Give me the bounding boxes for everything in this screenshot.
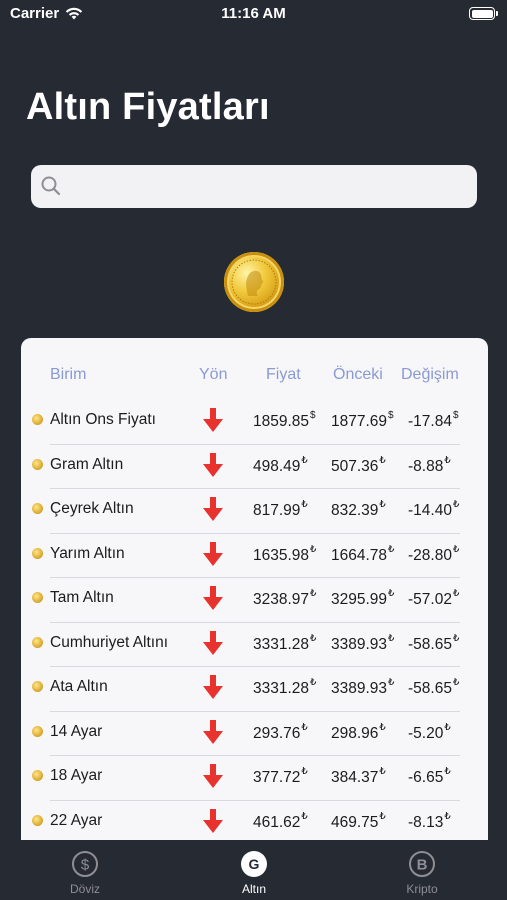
previous-value: 1664.78₺ xyxy=(331,543,395,564)
svg-text:$: $ xyxy=(81,857,90,874)
previous-value: 507.36₺ xyxy=(331,454,386,475)
dollar-circle-icon: $ xyxy=(72,851,98,877)
unit-name: 18 Ayar xyxy=(50,767,103,784)
unit-name: 14 Ayar xyxy=(50,722,103,740)
battery-icon xyxy=(469,7,498,20)
price-value: 498.49₺ xyxy=(253,454,308,475)
table-row[interactable]: Tam Altın 3238.97₺ 3295.99₺ -57.02₺ xyxy=(21,578,488,623)
gold-coin-bullet-icon xyxy=(32,592,43,603)
change-value: -8.88₺ xyxy=(408,454,451,475)
price-value: 293.76₺ xyxy=(253,721,308,742)
svg-text:B: B xyxy=(417,857,428,874)
previous-value: 3389.93₺ xyxy=(331,677,395,698)
unit-name: Tam Altın xyxy=(50,589,114,606)
change-value: -58.65₺ xyxy=(408,677,460,698)
gold-coin-bullet-icon xyxy=(32,681,43,692)
tab-doviz-label: Döviz xyxy=(69,882,100,896)
column-header-previous: Önceki xyxy=(333,366,383,383)
tab-altin-label: Altın xyxy=(241,882,266,896)
column-header-direction: Yön xyxy=(199,366,228,383)
table-row[interactable]: 14 Ayar 293.76₺ 298.96₺ -5.20₺ xyxy=(21,712,488,756)
price-value: 817.99₺ xyxy=(253,499,308,520)
tab-doviz[interactable]: $ Döviz xyxy=(45,850,125,896)
change-value: -8.13₺ xyxy=(408,810,451,831)
gold-coin-bullet-icon xyxy=(32,814,43,826)
price-value: 461.62₺ xyxy=(253,810,308,831)
unit-name: Çeyrek Altın xyxy=(50,500,134,517)
down-arrow-icon xyxy=(203,808,223,833)
previous-value: 1877.69$ xyxy=(331,410,394,431)
price-value: 1859.85$ xyxy=(253,410,316,431)
gold-coin-image xyxy=(224,252,284,312)
down-arrow-icon xyxy=(203,452,223,477)
tab-kripto-label: Kripto xyxy=(406,882,438,896)
g-circle-icon: G xyxy=(241,851,267,877)
unit-name: 22 Ayar xyxy=(50,811,103,829)
price-value: 3331.28₺ xyxy=(253,677,317,698)
table-row[interactable]: 22 Ayar 461.62₺ 469.75₺ -8.13₺ xyxy=(21,801,488,845)
previous-value: 832.39₺ xyxy=(331,499,386,520)
table-row[interactable]: Çeyrek Altın 817.99₺ 832.39₺ -14.40₺ xyxy=(21,489,488,534)
gold-coin-bullet-icon xyxy=(32,458,43,470)
price-value: 3331.28₺ xyxy=(253,632,317,653)
down-arrow-icon xyxy=(203,675,223,699)
down-arrow-icon xyxy=(203,408,223,432)
unit-name: Altın Ons Fiyatı xyxy=(50,411,156,428)
change-value: -57.02₺ xyxy=(408,588,460,609)
change-value: -28.80₺ xyxy=(408,543,460,564)
change-value: -5.20₺ xyxy=(408,721,451,742)
down-arrow-icon xyxy=(203,497,223,521)
unit-name: Yarım Altın xyxy=(50,544,125,562)
table-row[interactable]: Cumhuriyet Altını 3331.28₺ 3389.93₺ -58.… xyxy=(21,623,488,667)
previous-value: 384.37₺ xyxy=(331,766,386,787)
column-header-price: Fiyat xyxy=(266,366,301,383)
table-row[interactable]: Gram Altın 498.49₺ 507.36₺ -8.88₺ xyxy=(21,445,488,489)
tab-altin[interactable]: G Altın xyxy=(214,850,294,896)
column-header-unit: Birim xyxy=(50,366,87,383)
status-bar: Carrier 11:16 AM xyxy=(0,0,507,30)
change-value: -14.40₺ xyxy=(408,499,460,520)
unit-name: Cumhuriyet Altını xyxy=(50,633,169,651)
search-icon xyxy=(41,176,61,196)
table-header: Birim Yön Fiyat Önceki Değişim xyxy=(21,366,488,386)
change-value: -58.65₺ xyxy=(408,632,460,653)
price-value: 1635.98₺ xyxy=(253,543,317,564)
table-row[interactable]: Ata Altın 3331.28₺ 3389.93₺ -58.65₺ xyxy=(21,667,488,712)
unit-name: Ata Altın xyxy=(50,678,108,695)
change-value: -6.65₺ xyxy=(408,766,451,787)
bitcoin-circle-icon: B xyxy=(409,851,435,877)
previous-value: 3295.99₺ xyxy=(331,588,395,609)
gold-price-table: Birim Yön Fiyat Önceki Değişim Altın Ons… xyxy=(21,338,488,848)
down-arrow-icon xyxy=(203,764,223,788)
gold-coin-bullet-icon xyxy=(32,636,43,648)
table-body: Altın Ons Fiyatı 1859.85$ 1877.69$ -17.8… xyxy=(21,400,488,845)
unit-name: Gram Altın xyxy=(50,455,124,473)
price-value: 3238.97₺ xyxy=(253,588,317,609)
tab-bar: $ Döviz G Altın B Kripto xyxy=(0,840,507,900)
table-row[interactable]: 18 Ayar 377.72₺ 384.37₺ -6.65₺ xyxy=(21,756,488,801)
change-value: -17.84$ xyxy=(408,410,459,431)
price-value: 377.72₺ xyxy=(253,766,308,787)
table-row[interactable]: Altın Ons Fiyatı 1859.85$ 1877.69$ -17.8… xyxy=(21,400,488,445)
column-header-change: Değişim xyxy=(401,366,459,383)
previous-value: 469.75₺ xyxy=(331,810,386,831)
previous-value: 3389.93₺ xyxy=(331,632,395,653)
status-time: 11:16 AM xyxy=(221,5,286,22)
gold-coin-bullet-icon xyxy=(32,725,43,737)
svg-text:G: G xyxy=(249,856,260,872)
gold-coin-bullet-icon xyxy=(32,547,43,559)
down-arrow-icon xyxy=(203,541,223,566)
page-title: Altın Fiyatları xyxy=(26,86,270,128)
down-arrow-icon xyxy=(203,630,223,655)
search-bar[interactable] xyxy=(31,165,477,208)
gold-coin-bullet-icon xyxy=(32,770,43,781)
search-input[interactable] xyxy=(67,165,467,208)
gold-coin-bullet-icon xyxy=(32,503,43,514)
down-arrow-icon xyxy=(203,586,223,610)
tab-kripto[interactable]: B Kripto xyxy=(382,850,462,896)
table-row[interactable]: Yarım Altın 1635.98₺ 1664.78₺ -28.80₺ xyxy=(21,534,488,578)
down-arrow-icon xyxy=(203,719,223,744)
previous-value: 298.96₺ xyxy=(331,721,386,742)
gold-coin-bullet-icon xyxy=(32,414,43,425)
